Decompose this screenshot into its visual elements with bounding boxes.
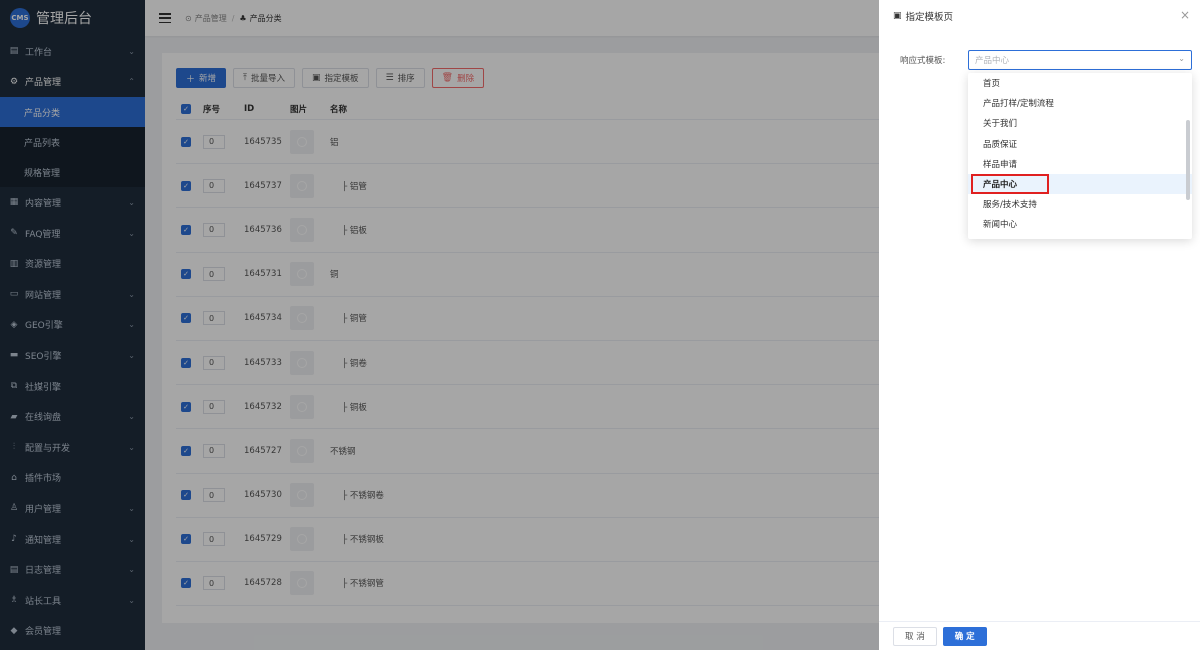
dropdown-scrollbar[interactable] — [1186, 120, 1190, 200]
option-sampling-process[interactable]: 产品打样/定制流程 — [968, 93, 1192, 113]
option-home[interactable]: 首页 — [968, 73, 1192, 93]
chevron-down-icon: ⌄ — [1178, 54, 1185, 63]
option-sample-request[interactable]: 样品申请 — [968, 154, 1192, 174]
template-select[interactable]: 产品中心 ⌄ — [968, 50, 1192, 70]
close-icon[interactable]: × — [1180, 8, 1190, 22]
drawer-title: ▣ 指定模板页 — [893, 9, 953, 23]
drawer-footer: 取 消 确 定 — [879, 621, 1200, 650]
template-dropdown: 首页 产品打样/定制流程 关于我们 品质保证 样品申请 产品中心 服务/技术支持… — [968, 73, 1192, 239]
option-service-support[interactable]: 服务/技术支持 — [968, 194, 1192, 214]
option-product-center[interactable]: 产品中心 — [971, 173, 1049, 195]
template-label: 响应式模板: — [900, 56, 946, 66]
cancel-button[interactable]: 取 消 — [893, 626, 937, 646]
assign-template-drawer: ▣ 指定模板页 × 响应式模板: 产品中心 ⌄ 首页 产品打样/定制流程 关于我… — [879, 0, 1200, 650]
option-news-center[interactable]: 新闻中心 — [968, 214, 1192, 234]
template-select-placeholder: 产品中心 — [975, 56, 1010, 66]
option-quality[interactable]: 品质保证 — [968, 134, 1192, 154]
confirm-button[interactable]: 确 定 — [942, 626, 987, 646]
drawer-title-text: 指定模板页 — [905, 12, 954, 23]
option-about-us[interactable]: 关于我们 — [968, 113, 1192, 133]
template-icon: ▣ — [893, 11, 902, 21]
option-row-selected: 产品中心 — [968, 173, 1192, 195]
